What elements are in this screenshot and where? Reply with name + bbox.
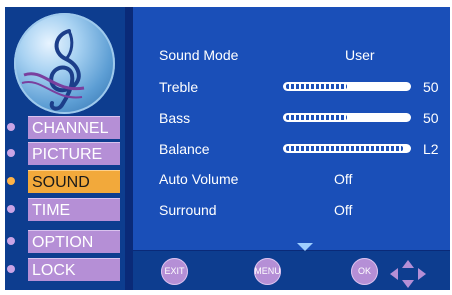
treble-value: 50 <box>423 79 439 95</box>
sidebar-item-label: LOCK <box>28 258 120 281</box>
sidebar-item-time[interactable]: TIME <box>7 198 122 221</box>
bullet-icon <box>7 149 15 157</box>
treble-row[interactable]: Treble 50 <box>159 77 439 97</box>
bullet-icon <box>7 205 15 213</box>
sidebar-item-label: TIME <box>28 198 120 221</box>
treble-label: Treble <box>159 79 199 95</box>
bullet-icon <box>7 177 15 185</box>
sound-mode-label: Sound Mode <box>159 47 239 63</box>
ok-button[interactable]: OK <box>351 258 378 285</box>
bullet-icon <box>7 265 15 273</box>
sidebar-item-label: PICTURE <box>28 142 120 165</box>
surround-value: Off <box>334 202 353 218</box>
bullet-icon <box>7 123 15 131</box>
bass-slider-fill <box>286 115 347 120</box>
sidebar-item-sound[interactable]: SOUND <box>7 170 122 193</box>
balance-label: Balance <box>159 141 210 157</box>
balance-row[interactable]: Balance L2 <box>159 139 439 159</box>
balance-value: L2 <box>423 141 439 157</box>
sidebar-item-lock[interactable]: LOCK <box>7 258 122 281</box>
down-arrow-icon[interactable] <box>297 243 313 251</box>
dpad-icon <box>384 258 432 290</box>
sidebar-item-label: CHANNEL <box>28 116 120 139</box>
sidebar-item-picture[interactable]: PICTURE <box>7 142 122 165</box>
bass-value: 50 <box>423 110 439 126</box>
surround-label: Surround <box>159 202 217 218</box>
sidebar-item-label: SOUND <box>28 170 120 193</box>
sidebar-item-channel[interactable]: CHANNEL <box>7 116 122 139</box>
exit-button[interactable]: EXIT <box>161 258 188 285</box>
sidebar-item-label: OPTION <box>28 230 120 253</box>
bass-row[interactable]: Bass 50 <box>159 108 439 128</box>
balance-slider[interactable] <box>283 144 411 153</box>
auto-volume-row[interactable]: Auto Volume Off <box>159 169 439 189</box>
bass-label: Bass <box>159 110 191 126</box>
sidebar-item-option[interactable]: OPTION <box>7 230 122 253</box>
sound-settings-panel: Sound Mode User Treble 50 Bass 50 Balanc… <box>133 7 450 250</box>
surround-row[interactable]: Surround Off <box>159 200 439 220</box>
treble-slider-fill <box>286 84 347 89</box>
auto-volume-value: Off <box>334 171 353 187</box>
bass-slider[interactable] <box>283 113 411 122</box>
auto-volume-label: Auto Volume <box>159 171 239 187</box>
music-clef-icon <box>14 13 115 114</box>
sound-mode-value: User <box>345 47 375 63</box>
menu-button[interactable]: MENU <box>254 258 281 285</box>
treble-slider[interactable] <box>283 82 411 91</box>
balance-slider-fill <box>286 146 403 151</box>
bullet-icon <box>7 237 15 245</box>
sound-mode-row[interactable]: Sound Mode User <box>159 45 439 65</box>
